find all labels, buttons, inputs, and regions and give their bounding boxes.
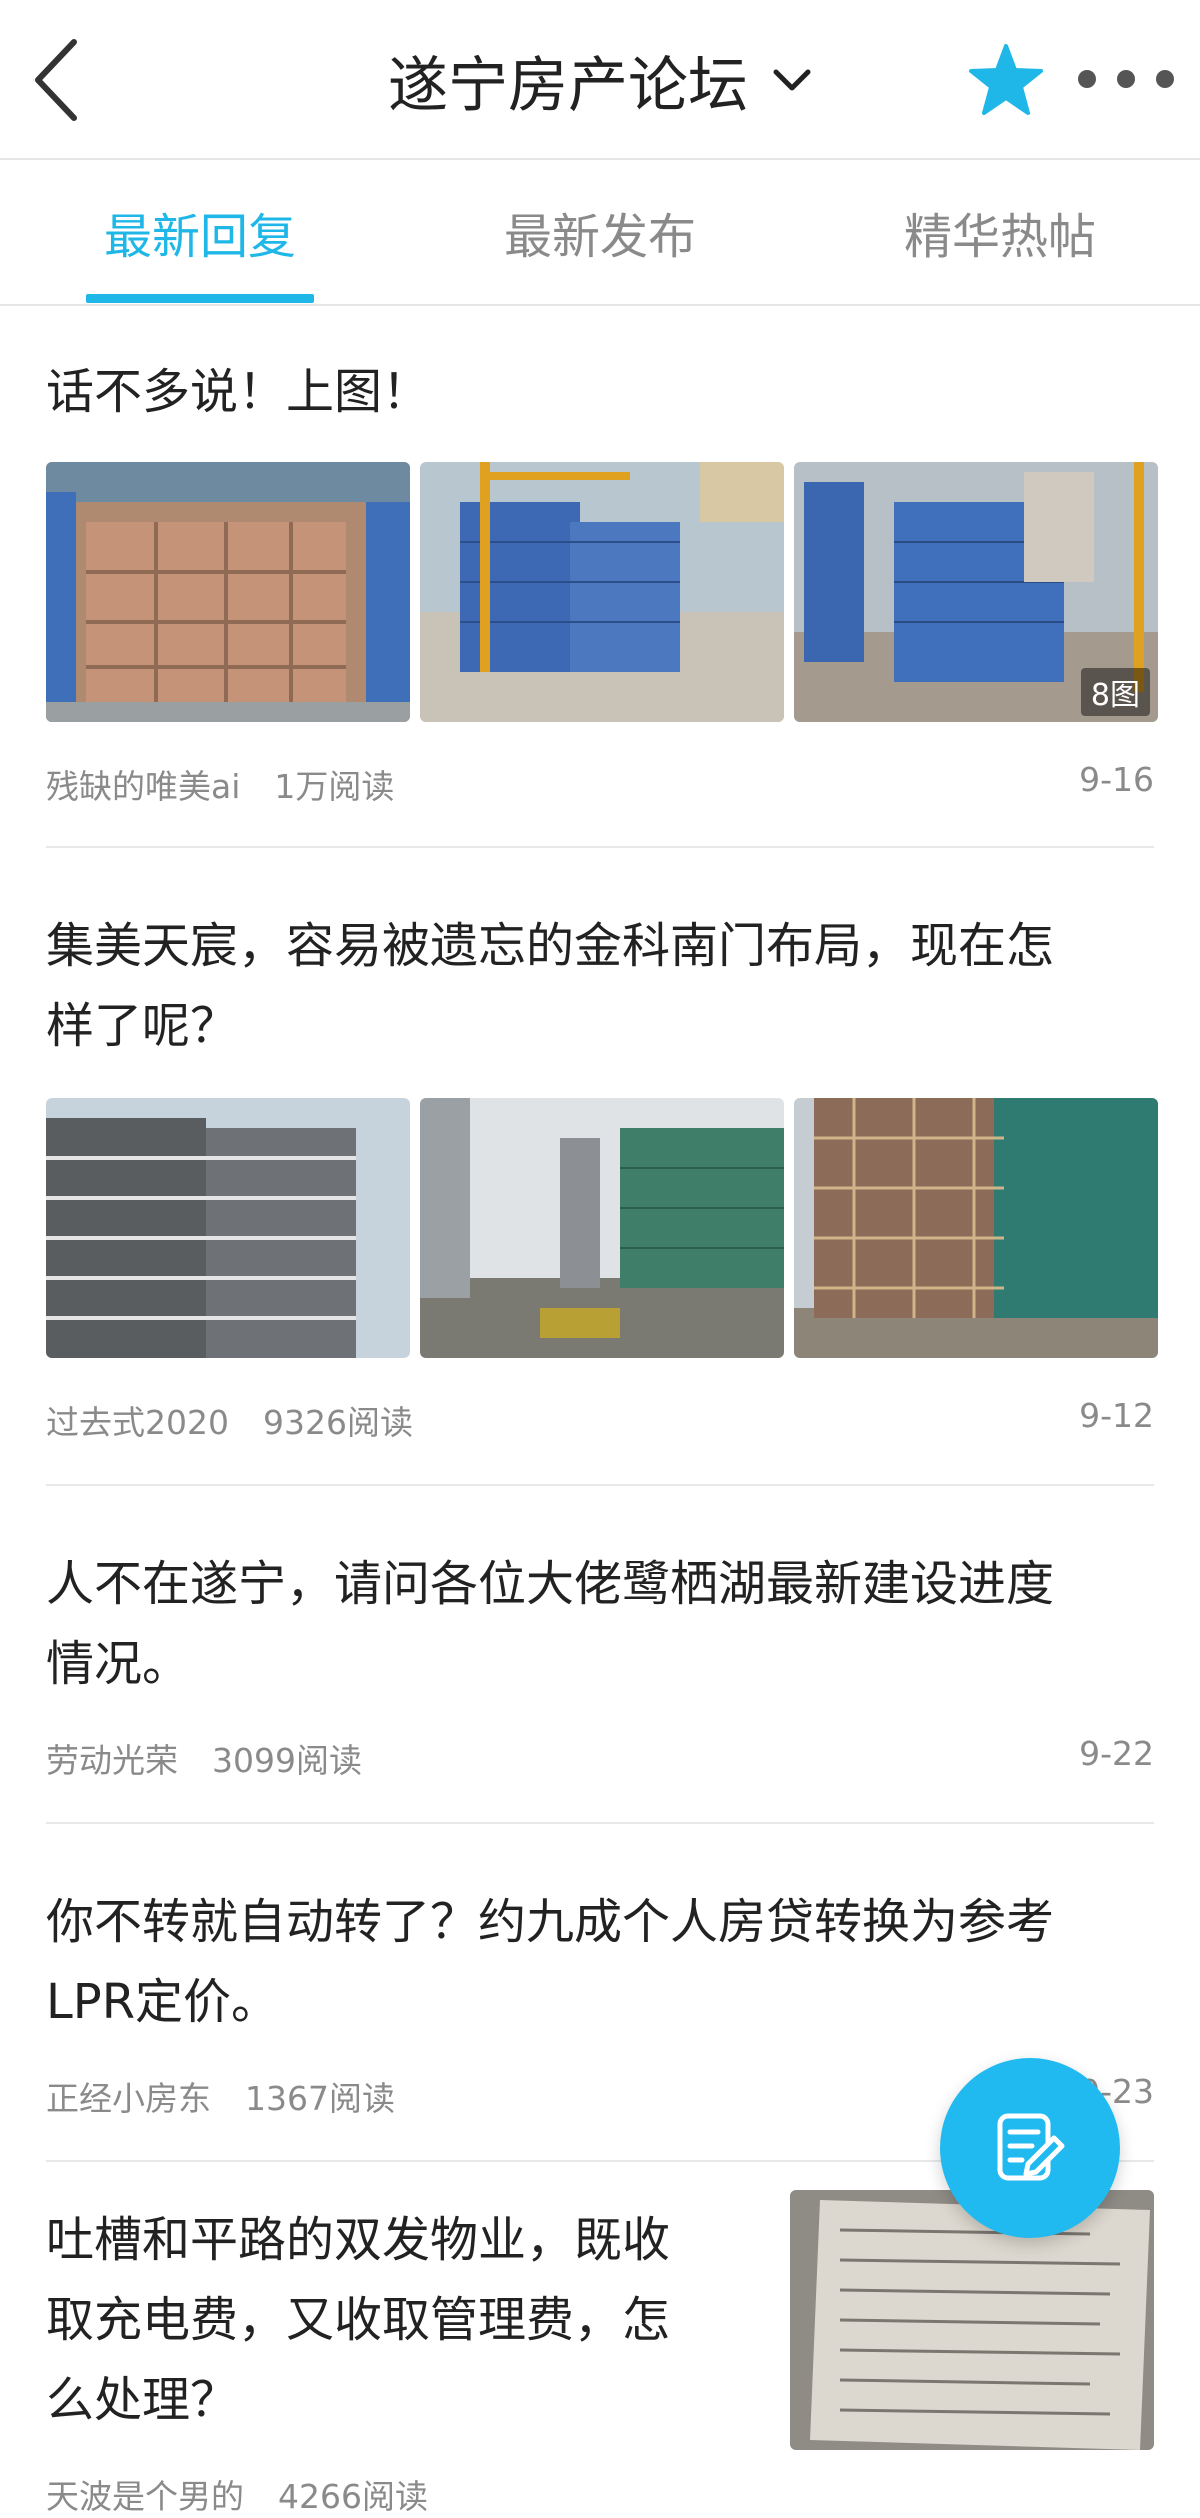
read-count: 3099阅读: [212, 1741, 362, 1780]
post-date: 9-22: [1079, 1734, 1154, 1773]
tab-bar: 最新回复 最新发布 精华热帖: [0, 160, 1200, 306]
post-image[interactable]: 8图: [794, 462, 1158, 722]
post-image[interactable]: [794, 1098, 1158, 1358]
post-image[interactable]: [46, 462, 410, 722]
page-title: 遂宁房产论坛: [388, 50, 748, 121]
post-meta: 劳动光荣 3099阅读: [46, 1734, 362, 1782]
star-icon: [969, 44, 1043, 115]
tab-latest-reply[interactable]: 最新回复: [0, 160, 400, 304]
post-author[interactable]: 过去式2020: [46, 1403, 229, 1442]
post-title: 话不多说！上图！: [46, 364, 431, 420]
tab-latest-post[interactable]: 最新发布: [400, 160, 800, 304]
post-title: 你不转就自动转了？约九成个人房贷转换为参考 LPR定价。: [46, 1894, 1055, 2030]
post-image[interactable]: [420, 462, 784, 722]
post-author[interactable]: 正经小房东: [46, 2079, 211, 2118]
favorite-button[interactable]: [968, 42, 1044, 118]
post-title: 人不在遂宁，请问各位大佬鹭栖湖最新建设进度 情况。: [46, 1556, 1055, 1692]
active-tab-indicator: [86, 294, 314, 303]
post-image[interactable]: [790, 2190, 1154, 2450]
more-button[interactable]: [1076, 68, 1196, 90]
post-title: 集美天宸，容易被遗忘的金科南门布局，现在怎 样了呢？: [46, 918, 1055, 1054]
compose-icon: [997, 2113, 1065, 2181]
post-author[interactable]: 劳动光荣: [46, 1741, 178, 1780]
image-count-badge: 8图: [1080, 668, 1150, 716]
compose-button[interactable]: [940, 2058, 1120, 2238]
divider: [46, 1822, 1154, 1824]
chevron-down-icon: [773, 69, 811, 91]
post-date: 9-12: [1079, 1396, 1154, 1435]
post-meta: 过去式2020 9326阅读: [46, 1396, 413, 1444]
divider: [46, 846, 1154, 848]
post-meta: 残缺的唯美ai 1万阅读: [46, 760, 394, 808]
post-author[interactable]: 天波是个男的: [46, 2477, 244, 2516]
read-count: 1367阅读: [245, 2079, 395, 2118]
tab-featured[interactable]: 精华热帖: [800, 160, 1200, 304]
post-date: 9-16: [1079, 760, 1154, 799]
post-title: 吐槽和平路的双发物业，既收 取充电费，又收取管理费，怎 么处理？: [46, 2212, 671, 2428]
post-author[interactable]: 残缺的唯美ai: [46, 767, 240, 806]
top-bar: 遂宁房产论坛: [0, 0, 1200, 160]
read-count: 1万阅读: [274, 767, 395, 806]
post-image[interactable]: [46, 1098, 410, 1358]
more-dots-icon: [1078, 70, 1174, 88]
post-meta: 天波是个男的 4266阅读: [46, 2470, 428, 2518]
divider: [46, 1484, 1154, 1486]
read-count: 9326阅读: [262, 1403, 413, 1442]
post-image[interactable]: [420, 1098, 784, 1358]
post-meta: 正经小房东 1367阅读: [46, 2072, 395, 2120]
read-count: 4266阅读: [278, 2477, 428, 2516]
